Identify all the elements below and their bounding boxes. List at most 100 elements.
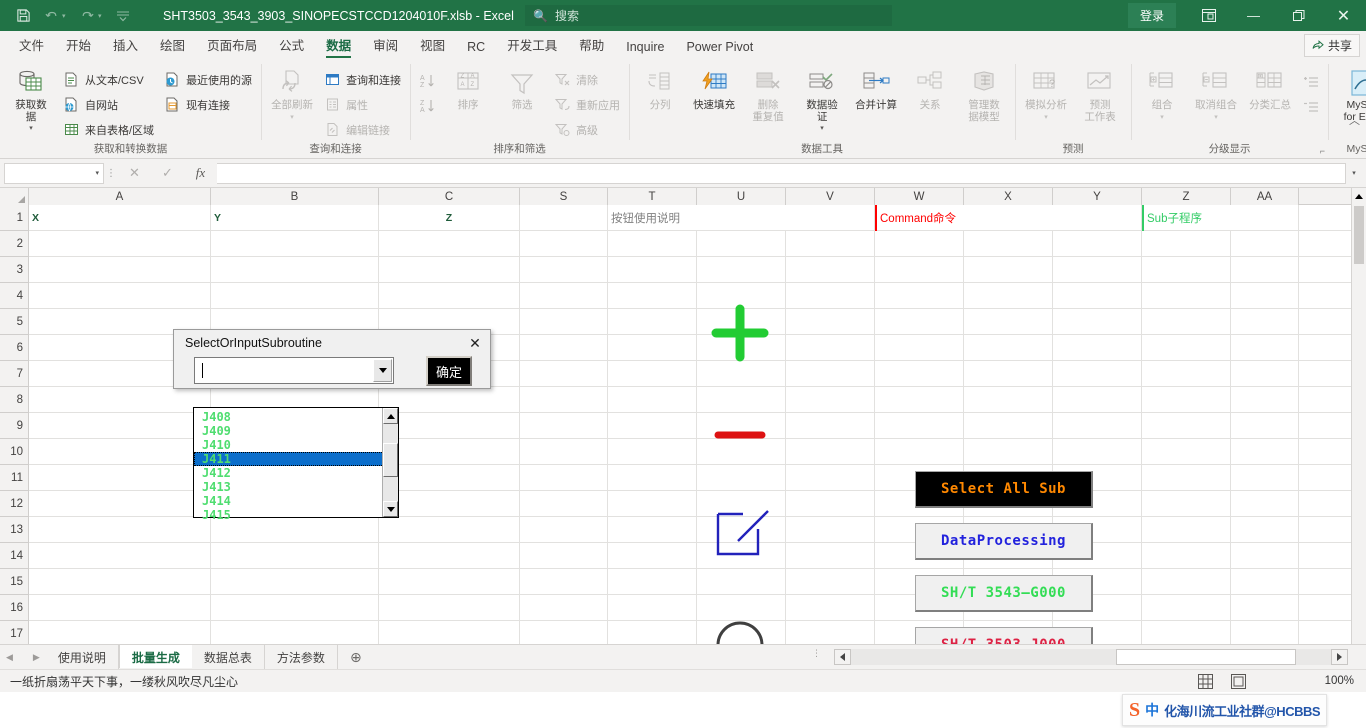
tab-rc[interactable]: RC	[456, 37, 496, 59]
column-header-c[interactable]: C	[379, 188, 520, 205]
edit-links-button[interactable]: 编辑链接	[319, 117, 406, 142]
tab-insert[interactable]: 插入	[102, 32, 149, 59]
row-header-1[interactable]: 1	[0, 205, 28, 231]
row-header-6[interactable]: 6	[0, 335, 28, 361]
row-header-16[interactable]: 16	[0, 595, 28, 621]
outline-dialog-launcher[interactable]: ⌐	[1320, 146, 1325, 156]
sheet-tab-data-summary[interactable]: 数据总表	[192, 645, 265, 669]
column-header-z[interactable]: Z	[1142, 188, 1231, 205]
search-box[interactable]: 🔍 搜索	[525, 5, 892, 26]
list-item[interactable]: J412	[194, 466, 398, 480]
list-item[interactable]: J409	[194, 424, 398, 438]
list-item[interactable]: J408	[194, 410, 398, 424]
page-layout-view-icon[interactable]	[1231, 673, 1246, 689]
vertical-scroll-thumb[interactable]	[1354, 206, 1364, 264]
formula-input[interactable]	[217, 162, 1346, 184]
row-header-12[interactable]: 12	[0, 491, 28, 517]
scroll-right-icon[interactable]	[1331, 649, 1348, 665]
properties-button[interactable]: 属性	[319, 92, 406, 117]
collapse-ribbon-icon[interactable]: ︿	[1349, 112, 1360, 128]
list-item[interactable]: J410	[194, 438, 398, 452]
forecast-sheet-button[interactable]: 预测 工作表	[1073, 64, 1127, 123]
subroutine-combobox[interactable]	[194, 357, 394, 384]
horizontal-scroll-thumb[interactable]	[1116, 649, 1296, 665]
sign-in-button[interactable]: 登录	[1127, 3, 1176, 28]
row-header-14[interactable]: 14	[0, 543, 28, 569]
clear-filter-button[interactable]: 清除	[549, 67, 625, 92]
column-header-w[interactable]: W	[875, 188, 964, 205]
column-header-v[interactable]: V	[786, 188, 875, 205]
restore-icon[interactable]	[1276, 0, 1321, 31]
tab-developer[interactable]: 开发工具	[496, 32, 568, 59]
relationships-button[interactable]: 关系	[903, 64, 957, 112]
row-header-2[interactable]: 2	[0, 231, 28, 257]
ok-button[interactable]: 确定	[426, 356, 472, 386]
list-item-selected[interactable]: J411	[194, 452, 398, 466]
row-header-15[interactable]: 15	[0, 569, 28, 595]
column-header-aa[interactable]: AA	[1231, 188, 1299, 205]
row-header-4[interactable]: 4	[0, 283, 28, 309]
sort-dialog-button[interactable]: ZAAZ 排序	[441, 64, 495, 112]
scroll-left-icon[interactable]	[834, 649, 851, 665]
row-header-11[interactable]: 11	[0, 465, 28, 491]
previous-sheet-icon[interactable]: ◀	[6, 652, 13, 663]
sht-3503-j000-button[interactable]: SH/T 3503—J000	[915, 627, 1093, 644]
sheet-tab-method-parameters[interactable]: 方法参数	[265, 645, 338, 669]
ungroup-button[interactable]: 取消组合 ▾	[1189, 64, 1243, 123]
sort-descending-button[interactable]: ZA	[414, 93, 441, 118]
chevron-down-icon[interactable]: ▾	[1160, 112, 1164, 124]
subroutine-dropdown-list[interactable]: J408 J409 J410 J411 J412 J413 J414 J415	[193, 407, 399, 522]
chevron-down-icon[interactable]: ▾	[95, 169, 99, 177]
row-header-8[interactable]: 8	[0, 387, 28, 413]
tab-data[interactable]: 数据	[315, 32, 362, 59]
tab-inquire[interactable]: Inquire	[615, 37, 675, 59]
row-header-10[interactable]: 10	[0, 439, 28, 465]
vertical-scrollbar[interactable]	[1351, 188, 1366, 644]
show-detail-button[interactable]	[1297, 70, 1324, 95]
sort-ascending-button[interactable]: AZ	[414, 68, 441, 93]
remove-duplicates-button[interactable]: 删除 重复值	[741, 64, 795, 123]
list-item[interactable]: J413	[194, 480, 398, 494]
chevron-down-icon[interactable]: ▾	[290, 112, 294, 124]
row-header-13[interactable]: 13	[0, 517, 28, 543]
consolidate-button[interactable]: 合并计算	[849, 64, 903, 112]
column-header-s[interactable]: S	[520, 188, 608, 205]
data-validation-button[interactable]: 数据验 证 ▾	[795, 64, 849, 135]
cancel-icon[interactable]: ✕	[118, 162, 151, 185]
advanced-filter-button[interactable]: 高级	[549, 117, 625, 142]
select-all-corner[interactable]	[0, 188, 29, 205]
sheet-tab-usage-instructions[interactable]: 使用说明	[46, 645, 119, 669]
sht-3543-g000-button[interactable]: SH/T 3543—G000	[915, 575, 1093, 612]
queries-connections-button[interactable]: 查询和连接	[319, 67, 406, 92]
confirm-icon[interactable]: ✓	[151, 162, 184, 185]
from-text-csv-button[interactable]: 从文本/CSV	[58, 67, 159, 92]
normal-view-icon[interactable]	[1198, 673, 1213, 689]
hide-detail-button[interactable]	[1297, 95, 1324, 120]
name-box[interactable]: ▾	[4, 162, 104, 184]
save-icon[interactable]	[10, 4, 36, 28]
customize-quick-access-icon[interactable]	[110, 4, 136, 28]
column-header-x[interactable]: X	[964, 188, 1053, 205]
chevron-down-icon[interactable]: ▾	[29, 123, 33, 135]
scroll-down-icon[interactable]	[383, 501, 398, 517]
reapply-button[interactable]: 重新应用	[549, 92, 625, 117]
group-button[interactable]: 组合 ▾	[1135, 64, 1189, 123]
tab-file[interactable]: 文件	[8, 32, 55, 59]
existing-connections-button[interactable]: 现有连接	[159, 92, 257, 117]
split-handle[interactable]: ⋮	[812, 649, 821, 658]
insert-function-icon[interactable]: fx	[184, 162, 217, 185]
close-icon[interactable]: ✕	[464, 333, 486, 353]
tab-view[interactable]: 视图	[409, 32, 456, 59]
data-processing-button[interactable]: DataProcessing	[915, 523, 1093, 560]
row-header-9[interactable]: 9	[0, 413, 28, 439]
tab-draw[interactable]: 绘图	[149, 32, 196, 59]
list-item[interactable]: J415	[194, 508, 398, 522]
scroll-up-icon[interactable]	[1352, 188, 1366, 204]
recent-sources-button[interactable]: 最近使用的源	[159, 67, 257, 92]
ime-floating-bar[interactable]: S 中 化海川流工业社群@HCBBS	[1122, 694, 1328, 726]
close-icon[interactable]: ✕	[1321, 0, 1366, 31]
row-header-7[interactable]: 7	[0, 361, 28, 387]
tab-home[interactable]: 开始	[55, 32, 102, 59]
what-if-analysis-button[interactable]: ? 模拟分析 ▾	[1019, 64, 1073, 123]
dropdown-scroll-thumb[interactable]	[383, 443, 398, 477]
